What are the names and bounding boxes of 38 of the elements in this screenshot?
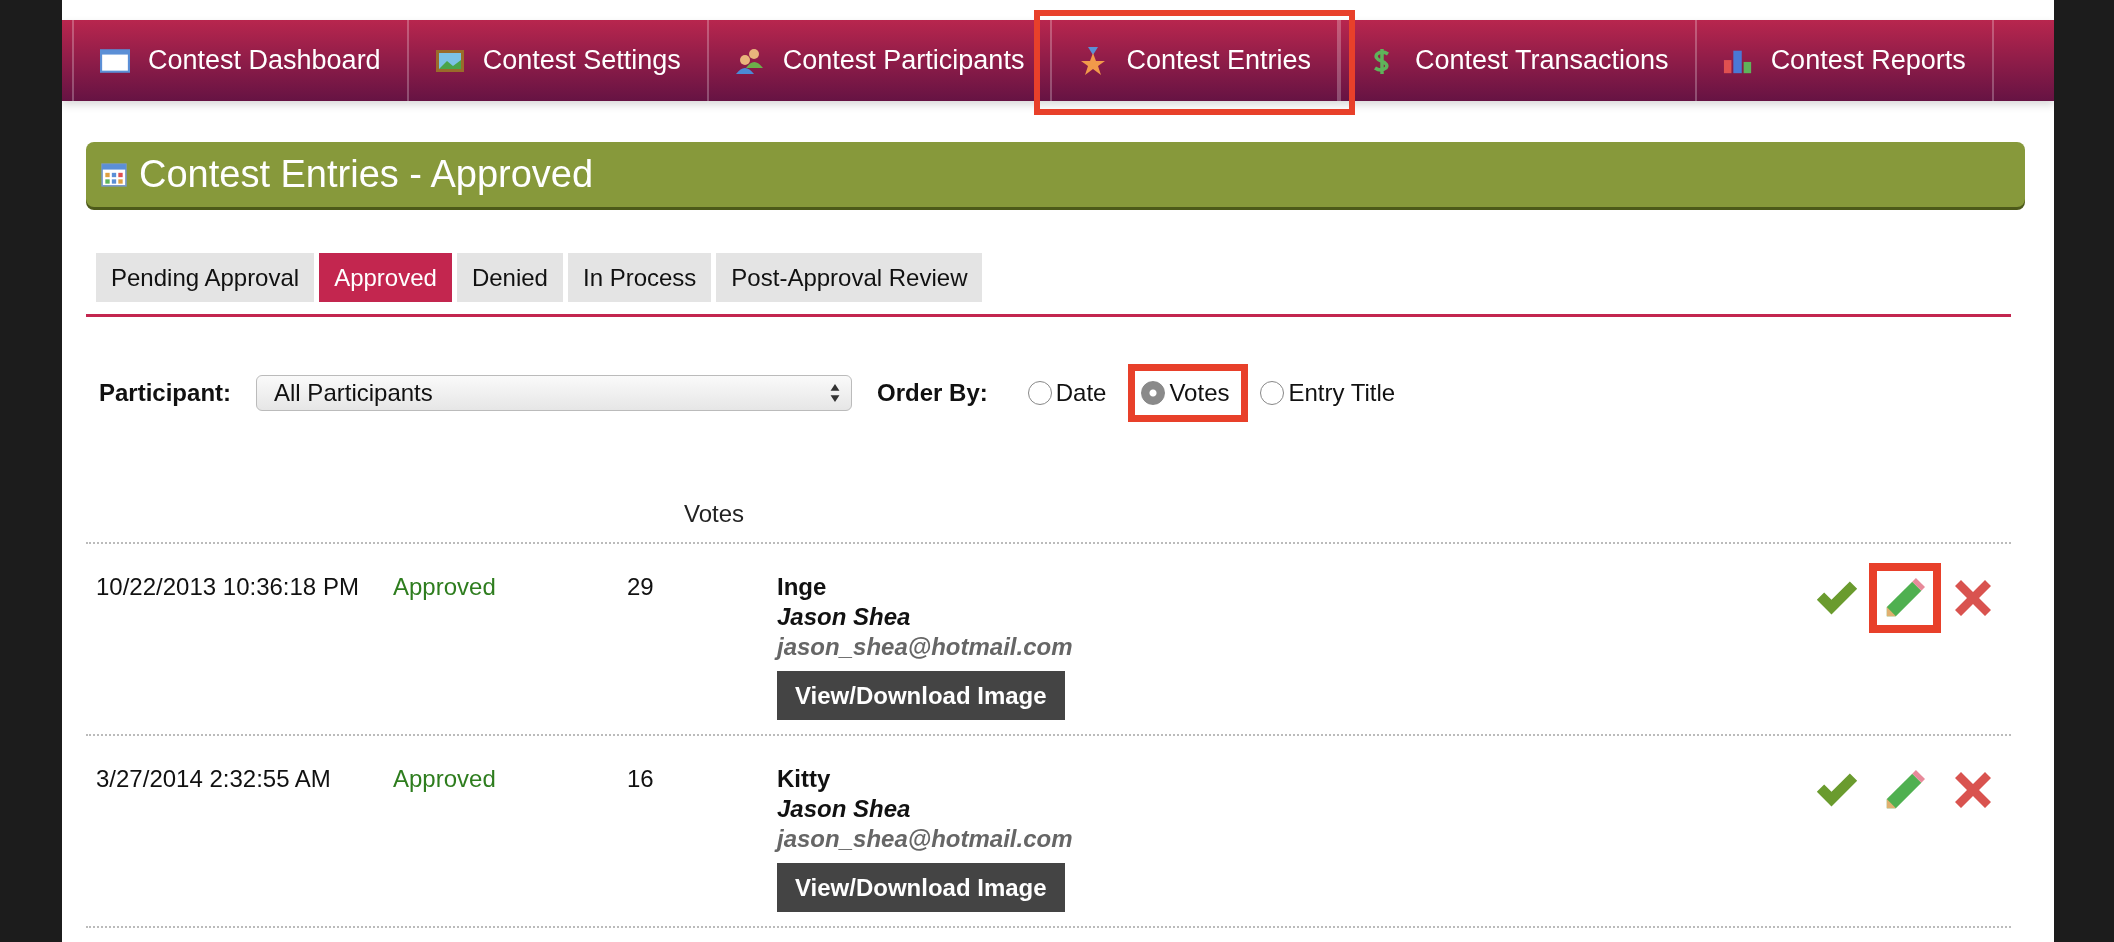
dropdown-arrows-icon xyxy=(829,383,842,403)
votes-cell-text: 16 xyxy=(626,765,655,793)
radio-circle[interactable] xyxy=(1027,381,1052,405)
column-header: Votes xyxy=(684,500,745,528)
status-cell-text: Approved xyxy=(393,765,497,793)
participant-label: Participant: xyxy=(99,379,232,407)
status-tab[interactable]: In Process xyxy=(567,253,712,302)
status-tab[interactable]: Approved xyxy=(319,253,452,302)
window-icon xyxy=(100,46,130,75)
calendar-icon xyxy=(101,162,127,187)
status-tab[interactable]: Post-Approval Review xyxy=(716,253,983,302)
order-radio[interactable]: Votes xyxy=(1141,375,1238,411)
order-radio[interactable]: Date xyxy=(1027,375,1115,411)
status-cell-text: Approved xyxy=(393,573,497,601)
date-cell-text: 3/27/2014 2:32:55 AM xyxy=(95,765,332,793)
nav-tab[interactable]: Contest Entries xyxy=(1050,20,1339,101)
participant-name: Jason Shea xyxy=(777,795,911,823)
radio-circle[interactable] xyxy=(1141,381,1166,405)
page-title: Contest Entries - Approved xyxy=(139,153,594,196)
votes-cell-text: 29 xyxy=(626,573,655,601)
radio-circle[interactable] xyxy=(1260,381,1285,405)
date-cell-text: 10/22/2013 10:36:18 PM xyxy=(95,573,360,601)
order-by-label: Order By: xyxy=(877,379,988,407)
nav-tab[interactable]: Contest Participants xyxy=(706,20,1051,101)
order-radio[interactable]: Entry Title xyxy=(1260,375,1404,411)
nav-tab[interactable]: Contest Reports xyxy=(1694,20,1994,101)
view-download-button[interactable]: View/Download Image xyxy=(777,863,1065,912)
nav-tab[interactable]: Contest Settings xyxy=(406,20,707,101)
participant-dropdown[interactable]: All Participants xyxy=(256,375,853,411)
nav-tab[interactable]: Contest Transactions xyxy=(1339,20,1695,101)
entry-title: Kitty xyxy=(777,765,831,793)
people-icon xyxy=(734,46,765,75)
view-download-button[interactable]: View/Download Image xyxy=(777,671,1065,720)
nav-tab[interactable]: Contest Dashboard xyxy=(72,20,407,101)
entry-title: Inge xyxy=(777,573,827,601)
participant-name: Jason Shea xyxy=(777,603,911,631)
status-tab[interactable]: Denied xyxy=(456,253,563,302)
status-tab[interactable]: Pending Approval xyxy=(96,253,315,302)
